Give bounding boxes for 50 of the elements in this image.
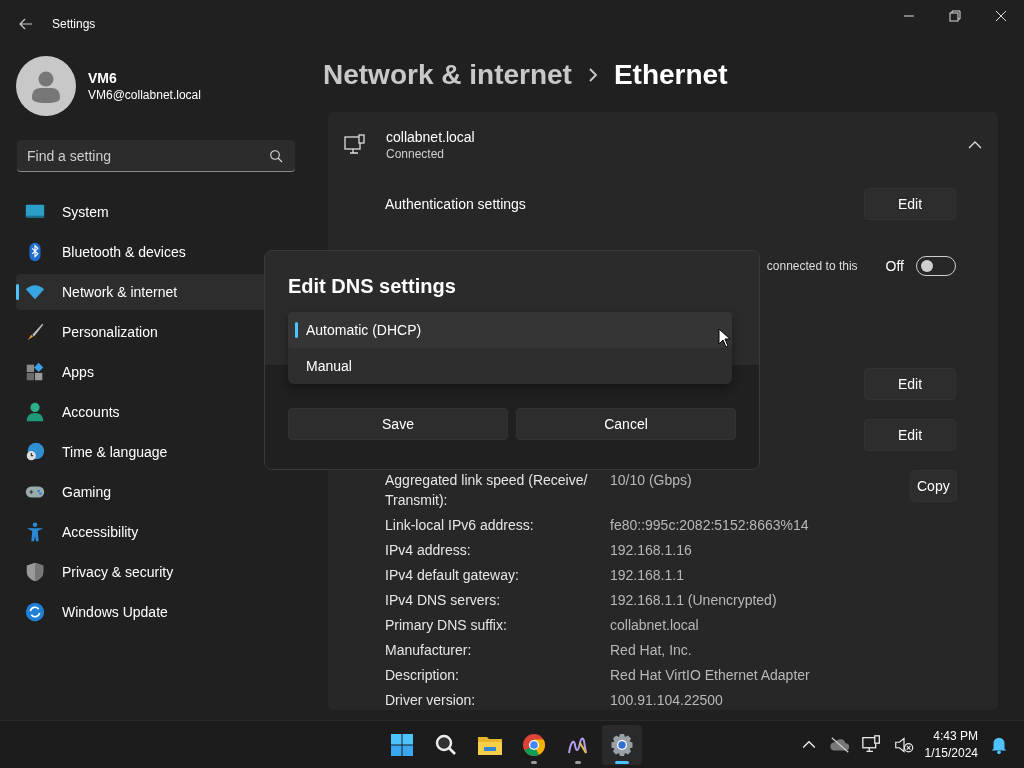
sidebar-item[interactable]: Personalization bbox=[16, 314, 268, 350]
edit-button[interactable]: Edit bbox=[864, 188, 956, 220]
detail-value: fe80::995c:2082:5152:8663%14 bbox=[610, 516, 810, 535]
dialog-title: Edit DNS settings bbox=[288, 275, 457, 298]
sidebar-item[interactable]: Apps bbox=[16, 354, 268, 390]
sidebar-item[interactable]: Windows Update bbox=[16, 594, 268, 630]
cancel-button[interactable]: Cancel bbox=[516, 408, 736, 440]
sidebar-item[interactable]: Accounts bbox=[16, 394, 268, 430]
sidebar-item[interactable]: Time & language bbox=[16, 434, 268, 470]
detail-label: Primary DNS suffix: bbox=[385, 616, 508, 635]
sidebar-item[interactable]: Gaming bbox=[16, 474, 268, 510]
toggle-state: Off bbox=[885, 258, 904, 274]
search-field[interactable]: Find a setting bbox=[17, 140, 295, 172]
network-status: Connected bbox=[386, 147, 446, 161]
user-name: VM6 bbox=[88, 70, 118, 86]
detail-value: collabnet.local bbox=[610, 616, 700, 635]
edit-button[interactable]: Edit bbox=[864, 418, 956, 451]
detail-value: 192.168.1.1 (Unencrypted) bbox=[610, 591, 778, 610]
detail-label: IPv4 default gateway: bbox=[385, 566, 520, 585]
detail-label: Aggregated link speed (Receive/ Transmit): bbox=[385, 471, 589, 510]
user-email: VM6@collabnet.local bbox=[88, 88, 201, 102]
detail-value: 10/10 (Gbps) bbox=[610, 471, 693, 490]
detail-label: Link-local IPv6 address: bbox=[385, 516, 535, 535]
sidebar-item[interactable]: Bluetooth & devices bbox=[16, 234, 268, 270]
sidebar-item[interactable]: Privacy & security bbox=[16, 554, 268, 590]
sidebar-item[interactable]: Accessibility bbox=[16, 514, 268, 550]
copy-button[interactable]: Copy bbox=[910, 470, 957, 502]
detail-value: Red Hat, Inc. bbox=[610, 641, 693, 660]
detail-label: Description: bbox=[385, 666, 460, 685]
network-name: collabnet.local bbox=[386, 129, 476, 145]
dropdown-option[interactable]: Automatic (DHCP) bbox=[288, 312, 732, 348]
detail-label: IPv4 address: bbox=[385, 541, 472, 560]
sidebar-item[interactable]: System bbox=[16, 194, 268, 230]
detail-label: IPv4 DNS servers: bbox=[385, 591, 502, 610]
save-button[interactable]: Save bbox=[288, 408, 508, 440]
clock-time: 4:43 PM bbox=[932, 727, 978, 745]
edit-button[interactable]: Edit bbox=[864, 367, 956, 400]
setting-description: connected to this bbox=[766, 259, 858, 273]
page-title: Ethernet bbox=[613, 59, 728, 91]
detail-label: Manufacturer: bbox=[385, 641, 473, 660]
detail-label: Driver version: bbox=[385, 691, 477, 710]
dropdown-option[interactable]: Manual bbox=[288, 348, 732, 384]
setting-label: Authentication settings bbox=[385, 196, 526, 212]
detail-value: 100.91.104.22500 bbox=[610, 691, 724, 710]
detail-value: Red Hat VirtIO Ethernet Adapter bbox=[610, 666, 811, 685]
detail-value: 192.168.1.16 bbox=[610, 541, 693, 560]
clock-date: 1/15/2024 bbox=[924, 744, 978, 762]
detail-value: 192.168.1.1 bbox=[610, 566, 685, 585]
breadcrumb-link[interactable]: Network & internet bbox=[323, 59, 572, 91]
window-title: Settings bbox=[52, 17, 96, 31]
